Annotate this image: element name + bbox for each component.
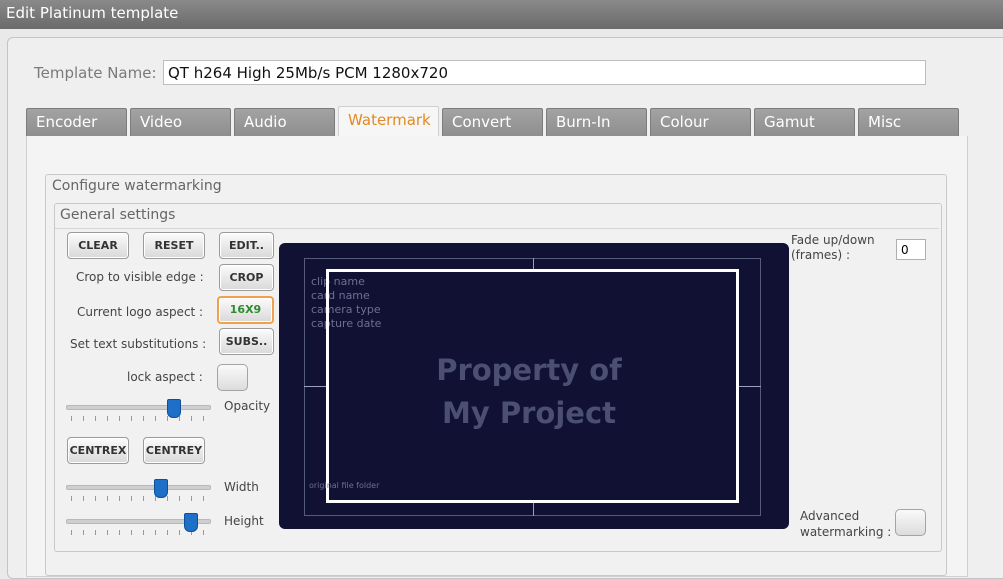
watermark-line-2: My Project — [442, 396, 616, 430]
fade-label: Fade up/down (frames) : — [791, 233, 875, 263]
watermark-line-1: Property of — [436, 353, 622, 387]
opacity-label: Opacity — [224, 399, 271, 413]
subs-button[interactable]: SUBS.. — [219, 328, 274, 355]
logo-aspect-label: Current logo aspect : — [77, 305, 204, 319]
original-file-folder-text: original file folder — [309, 481, 380, 490]
width-slider-thumb[interactable] — [154, 479, 169, 498]
edit-button[interactable]: EDIT.. — [219, 232, 274, 259]
centrey-button[interactable]: CENTREY — [143, 437, 205, 464]
window-title: Edit Platinum template — [0, 0, 1003, 29]
tab-gamut[interactable]: Gamut — [754, 108, 855, 136]
watermark-text: Property of My Project — [424, 349, 634, 435]
width-slider-ticks — [71, 496, 207, 501]
lock-aspect-checkbox[interactable] — [217, 364, 248, 391]
tab-watermark[interactable]: Watermark — [338, 106, 439, 137]
crop-button[interactable]: CROP — [219, 264, 274, 291]
template-name-label: Template Name: — [34, 64, 157, 82]
reset-button[interactable]: RESET — [143, 232, 205, 259]
general-settings-title: General settings — [60, 207, 176, 223]
width-slider-track — [66, 485, 211, 490]
centrex-button[interactable]: CENTREX — [67, 437, 129, 464]
tab-colour[interactable]: Colour — [650, 108, 751, 136]
tab-encoder[interactable]: Encoder — [26, 108, 127, 136]
advanced-watermarking-checkbox[interactable] — [895, 509, 926, 536]
advanced-label-line-2: watermarking : — [800, 525, 892, 539]
fade-label-line-2: (frames) : — [791, 248, 851, 262]
height-slider-thumb[interactable] — [184, 513, 199, 532]
opacity-slider-ticks — [71, 416, 207, 421]
width-label: Width — [224, 480, 259, 494]
center-mark-right — [739, 386, 761, 387]
tab-burn-in[interactable]: Burn-In — [546, 108, 647, 136]
divider — [55, 228, 939, 229]
tab-convert[interactable]: Convert — [442, 108, 543, 136]
text-substitutions-label: Set text substitutions : — [70, 337, 207, 351]
lock-aspect-label: lock aspect : — [127, 370, 203, 384]
aspect-16x9-button[interactable]: 16X9 — [217, 296, 274, 324]
height-label: Height — [224, 514, 264, 528]
tab-misc[interactable]: Misc — [858, 108, 959, 136]
fade-label-line-1: Fade up/down — [791, 233, 875, 247]
tab-video[interactable]: Video — [130, 108, 231, 136]
watermark-preview[interactable]: clip name card name camera type capture … — [279, 243, 789, 529]
opacity-slider-thumb[interactable] — [167, 399, 182, 418]
template-name-input[interactable] — [163, 60, 926, 85]
center-mark-bottom — [533, 502, 534, 516]
fade-frames-input[interactable] — [896, 239, 926, 260]
configure-watermarking-title: Configure watermarking — [52, 178, 222, 194]
tab-audio[interactable]: Audio — [234, 108, 335, 136]
center-mark-left — [304, 386, 326, 387]
opacity-slider-track — [66, 405, 211, 410]
advanced-watermarking-label: Advanced watermarking : — [800, 508, 891, 540]
advanced-label-line-1: Advanced — [800, 509, 860, 523]
clear-button[interactable]: CLEAR — [67, 232, 129, 259]
crop-label: Crop to visible edge : — [76, 270, 204, 284]
